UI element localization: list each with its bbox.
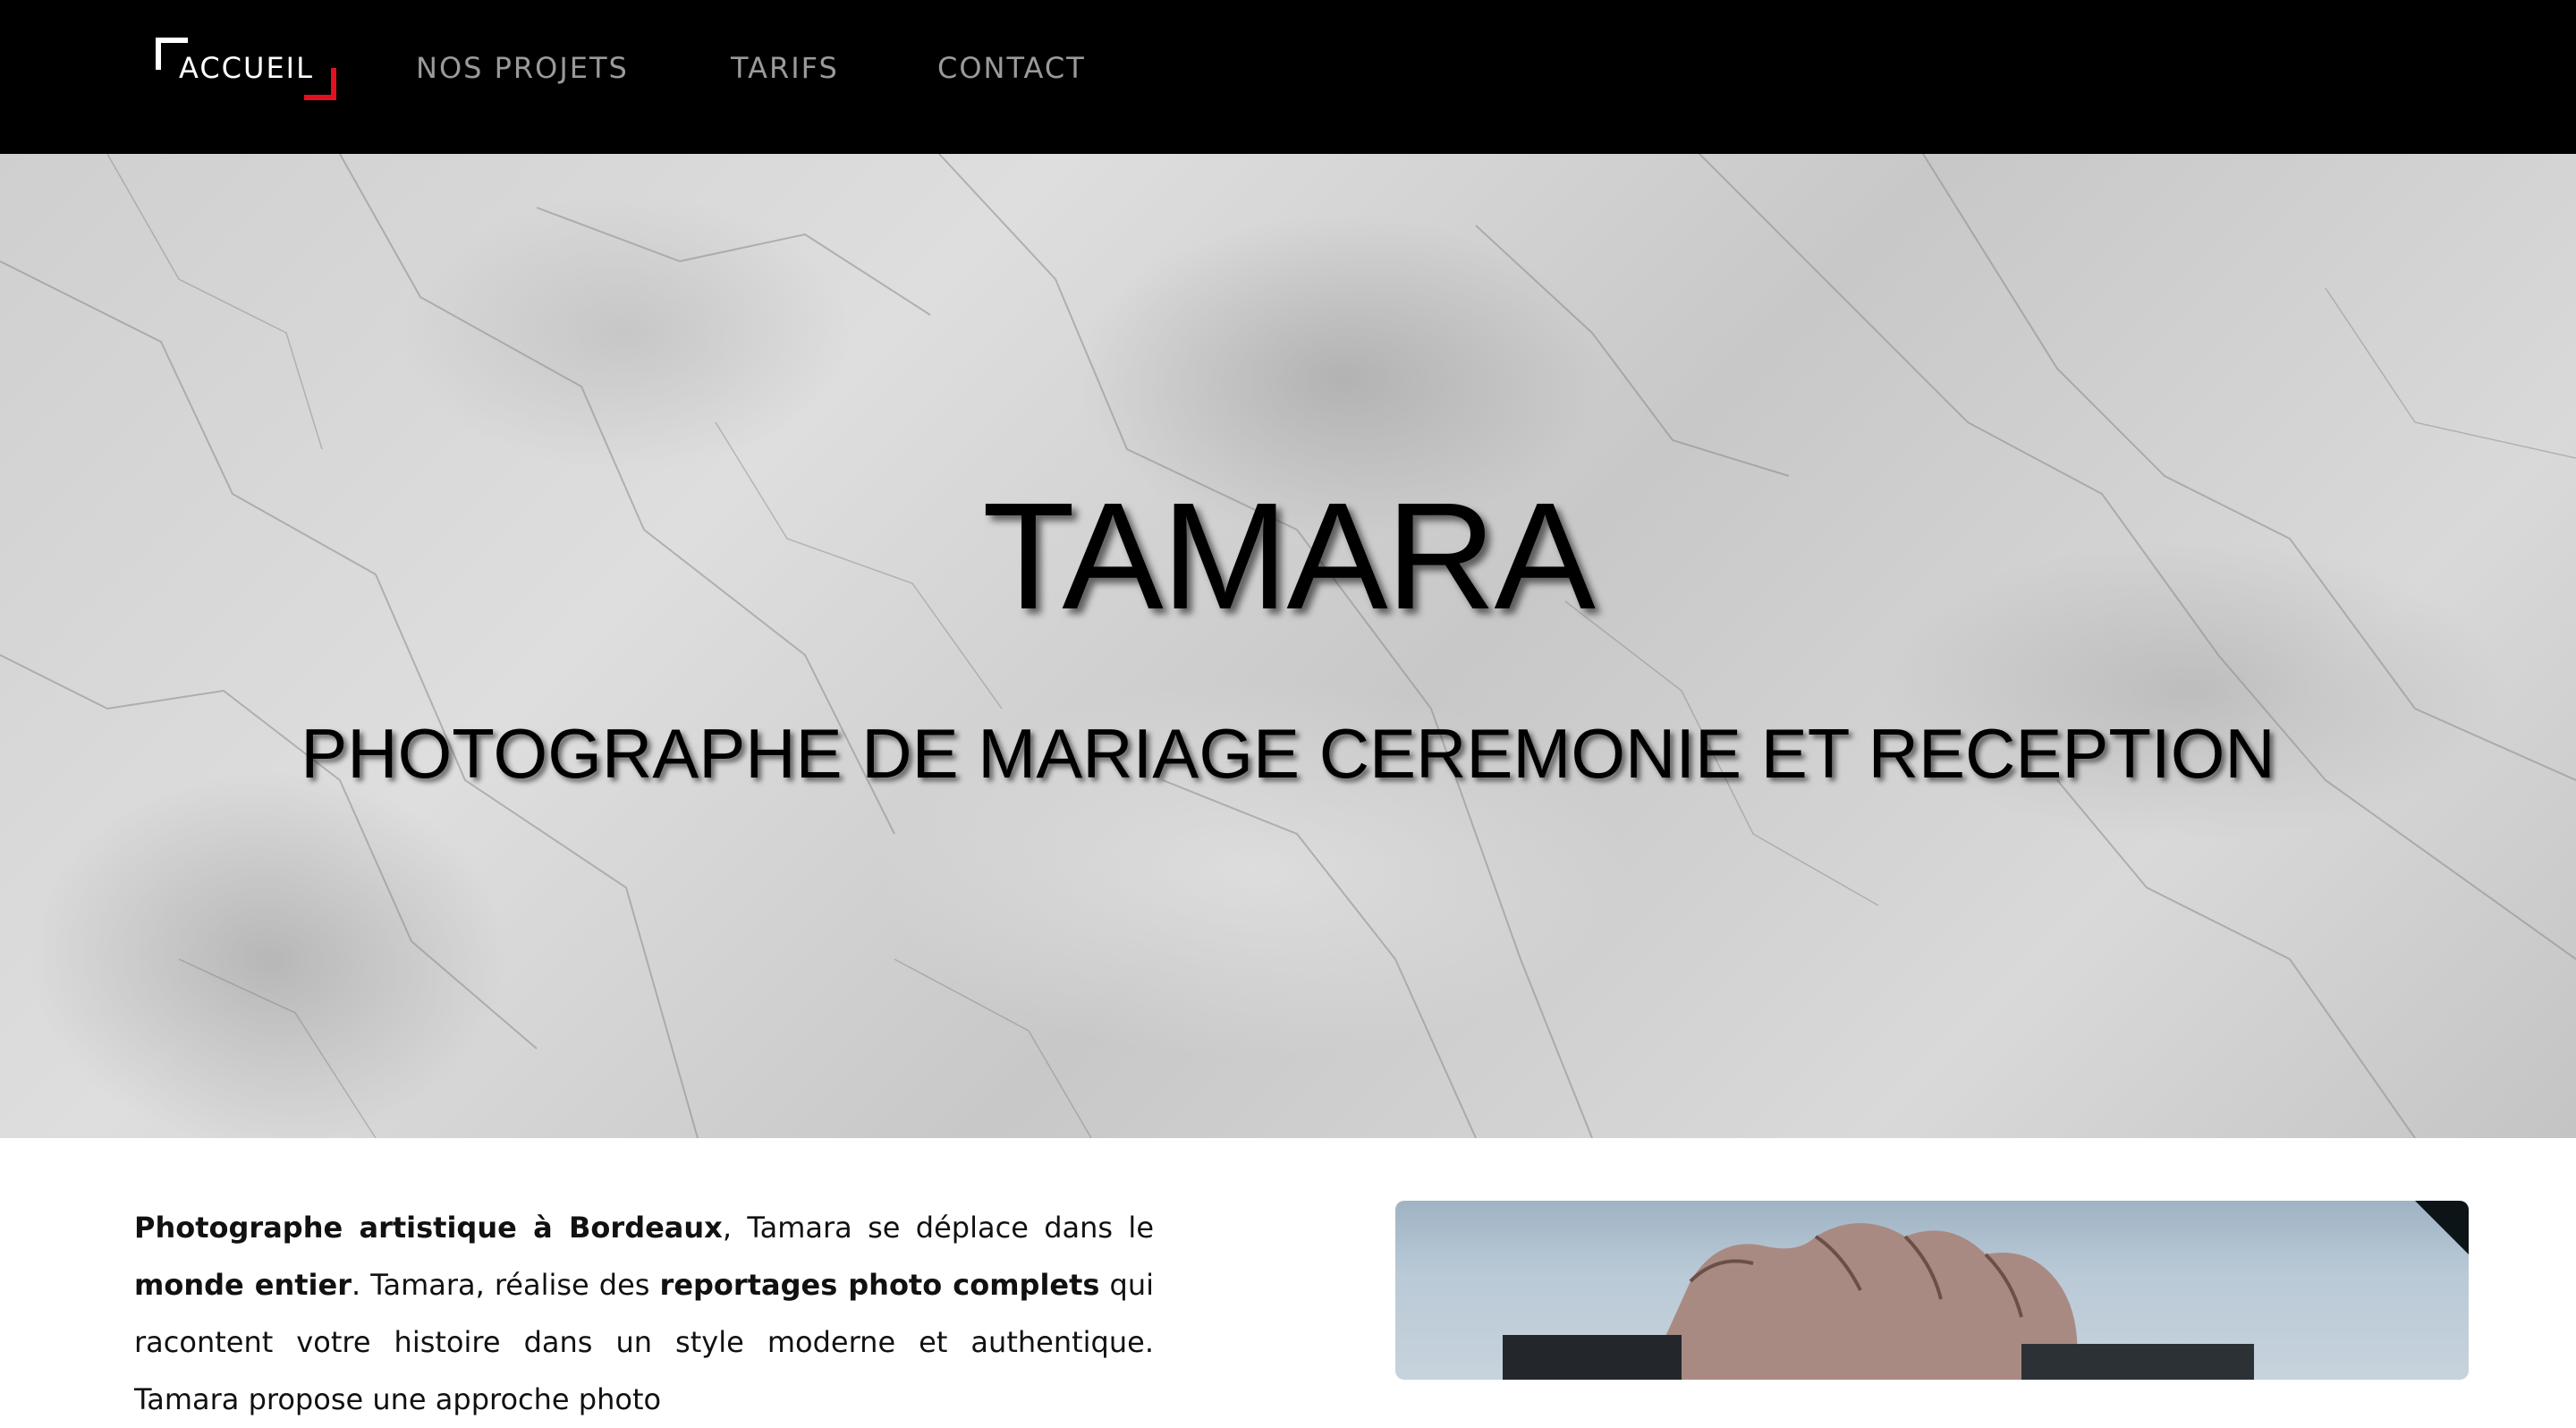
intro-bold-3: reportages photo complets xyxy=(659,1268,1100,1302)
intro-text-1: , Tamara se déplace dans le xyxy=(722,1211,1155,1245)
intro-bold-2: monde entier xyxy=(134,1268,352,1302)
hero-subtitle: PHOTOGRAPHE DE MARIAGE CEREMONIE ET RECE… xyxy=(301,714,2275,793)
active-corner-bottom-right xyxy=(304,68,336,100)
marble-texture xyxy=(0,154,2576,1138)
intro-paragraph: Photographe artistique à Bordeaux, Tamar… xyxy=(134,1199,1154,1428)
nav-item-tarifs[interactable]: TARIFS xyxy=(731,50,839,86)
photo-hand-camera xyxy=(1503,1201,2469,1380)
featured-photo xyxy=(1395,1201,2469,1380)
intro-bold-1: Photographe artistique à Bordeaux xyxy=(134,1211,723,1245)
top-navbar: ACCUEIL NOS PROJETS TARIFS CONTACT xyxy=(0,0,2576,154)
hero-title: TAMARA xyxy=(982,472,1596,642)
intro-text-2: . Tamara, réalise des xyxy=(351,1268,660,1302)
nav-item-accueil[interactable]: ACCUEIL xyxy=(179,50,314,86)
nav-item-contact[interactable]: CONTACT xyxy=(937,50,1086,86)
hero-banner: TAMARA PHOTOGRAPHE DE MARIAGE CEREMONIE … xyxy=(0,154,2576,1138)
nav-item-nos-projets[interactable]: NOS PROJETS xyxy=(416,50,629,86)
